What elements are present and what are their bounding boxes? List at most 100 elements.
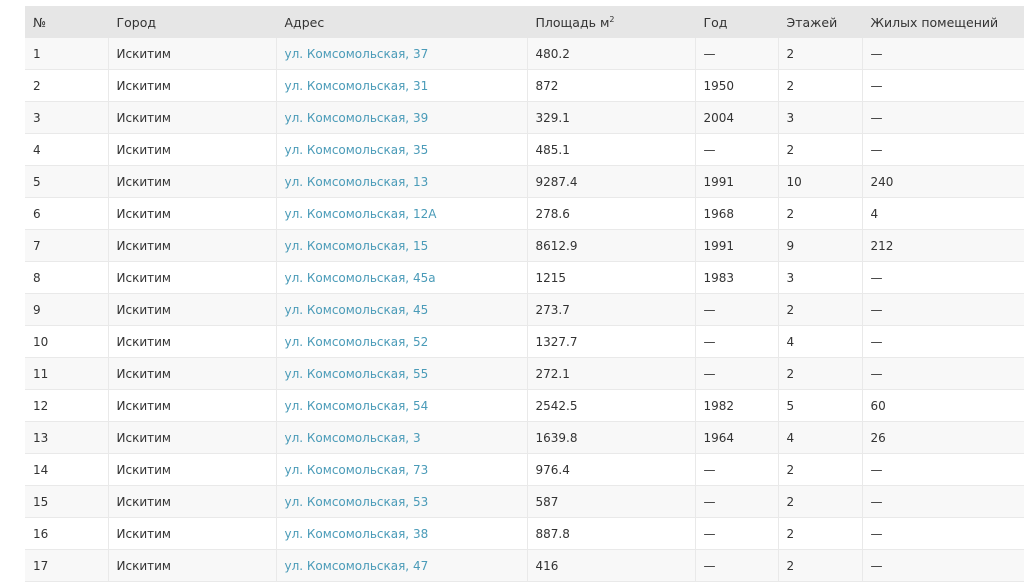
cell-floors: 2 (778, 38, 863, 70)
cell-city: Искитим (108, 357, 277, 390)
cell-city: Искитим (108, 389, 277, 422)
cell-floors: 3 (778, 101, 863, 134)
header-area[interactable]: Площадь м2 (527, 6, 696, 38)
cell-floors: 4 (778, 421, 863, 454)
table-row: 2 Искитим ул. Комсомольская, 31 872 1950 2— (25, 69, 1024, 102)
cell-city: Искитим (108, 197, 277, 230)
cell-city: Искитим (108, 453, 277, 486)
cell-residential: — (862, 549, 1024, 582)
buildings-table: № Город Адрес Площадь м2 Год Этажей Жилы… (25, 6, 1024, 582)
cell-address: ул. Комсомольская, 55 (276, 357, 528, 390)
cell-city: Искитим (108, 421, 277, 454)
cell-area: 1215 (527, 261, 696, 294)
cell-num: 4 (25, 133, 109, 166)
cell-city: Искитим (108, 101, 277, 134)
address-link[interactable]: ул. Комсомольская, 31 (285, 79, 429, 93)
address-link[interactable]: ул. Комсомольская, 12А (285, 207, 437, 221)
cell-num: 6 (25, 197, 109, 230)
address-link[interactable]: ул. Комсомольская, 54 (285, 399, 429, 413)
address-link[interactable]: ул. Комсомольская, 39 (285, 111, 429, 125)
cell-address: ул. Комсомольская, 12А (276, 197, 528, 230)
table-row: 10 Искитим ул. Комсомольская, 52 1327.7—4— (25, 325, 1024, 358)
cell-year: — (695, 549, 779, 582)
cell-address: ул. Комсомольская, 15 (276, 229, 528, 262)
cell-residential: — (862, 133, 1024, 166)
cell-address: ул. Комсомольская, 47 (276, 549, 528, 582)
cell-floors: 9 (778, 229, 863, 262)
address-link[interactable]: ул. Комсомольская, 53 (285, 495, 429, 509)
cell-year: — (695, 485, 779, 518)
table-row: 9 Искитим ул. Комсомольская, 45 273.7—2— (25, 293, 1024, 326)
cell-year: 1991 (695, 165, 779, 198)
cell-year: 1983 (695, 261, 779, 294)
cell-city: Искитим (108, 549, 277, 582)
table-row: 8 Искитим ул. Комсомольская, 45а 1215 1983 3— (25, 261, 1024, 294)
cell-residential: — (862, 38, 1024, 70)
header-area-label: Площадь м (535, 14, 610, 30)
cell-year: — (695, 357, 779, 390)
address-link[interactable]: ул. Комсомольская, 13 (285, 175, 429, 189)
cell-city: Искитим (108, 133, 277, 166)
header-num[interactable]: № (25, 6, 109, 38)
cell-residential: 26 (862, 421, 1024, 454)
cell-area: 587 (527, 485, 696, 518)
table-row: 1 Искитим ул. Комсомольская, 37 480.2—2— (25, 38, 1024, 70)
cell-area: 887.8 (527, 517, 696, 550)
cell-year: — (695, 133, 779, 166)
cell-residential: — (862, 261, 1024, 294)
cell-area: 329.1 (527, 101, 696, 134)
cell-residential: 60 (862, 389, 1024, 422)
address-link[interactable]: ул. Комсомольская, 35 (285, 143, 429, 157)
address-link[interactable]: ул. Комсомольская, 37 (285, 47, 429, 61)
cell-residential: 4 (862, 197, 1024, 230)
address-link[interactable]: ул. Комсомольская, 73 (285, 463, 429, 477)
cell-address: ул. Комсомольская, 73 (276, 453, 528, 486)
cell-residential: — (862, 485, 1024, 518)
cell-floors: 2 (778, 517, 863, 550)
table-row: 17 Искитим ул. Комсомольская, 47 416—2— (25, 549, 1024, 582)
cell-address: ул. Комсомольская, 31 (276, 69, 528, 102)
cell-floors: 2 (778, 133, 863, 166)
cell-residential: — (862, 69, 1024, 102)
address-link[interactable]: ул. Комсомольская, 52 (285, 335, 429, 349)
cell-residential: — (862, 357, 1024, 390)
address-link[interactable]: ул. Комсомольская, 45 (285, 303, 429, 317)
header-area-sup: 2 (609, 14, 615, 24)
table-row: 12 Искитим ул. Комсомольская, 54 2542.5 1982… (25, 389, 1024, 422)
header-address[interactable]: Адрес (276, 6, 528, 38)
cell-year: 2004 (695, 101, 779, 134)
address-link[interactable]: ул. Комсомольская, 45а (285, 271, 436, 285)
header-year[interactable]: Год (695, 6, 779, 38)
address-link[interactable]: ул. Комсомольская, 3 (285, 431, 421, 445)
address-link[interactable]: ул. Комсомольская, 55 (285, 367, 429, 381)
header-floors[interactable]: Этажей (778, 6, 863, 38)
cell-floors: 2 (778, 485, 863, 518)
table-row: 14 Искитим ул. Комсомольская, 73 976.4—2— (25, 453, 1024, 486)
cell-area: 872 (527, 69, 696, 102)
cell-floors: 5 (778, 389, 863, 422)
table-header: № Город Адрес Площадь м2 Год Этажей Жилы… (25, 6, 1024, 38)
cell-area: 416 (527, 549, 696, 582)
cell-area: 480.2 (527, 38, 696, 70)
header-city[interactable]: Город (108, 6, 277, 38)
address-link[interactable]: ул. Комсомольская, 38 (285, 527, 429, 541)
buildings-table-container: № Город Адрес Площадь м2 Год Этажей Жилы… (25, 6, 1024, 582)
cell-num: 11 (25, 357, 109, 390)
address-link[interactable]: ул. Комсомольская, 47 (285, 559, 429, 573)
table-row: 16 Искитим ул. Комсомольская, 38 887.8—2— (25, 517, 1024, 550)
table-row: 6 Искитим ул. Комсомольская, 12А 278.6 1968 2… (25, 197, 1024, 230)
cell-area: 2542.5 (527, 389, 696, 422)
cell-year: — (695, 325, 779, 358)
address-link[interactable]: ул. Комсомольская, 15 (285, 239, 429, 253)
cell-city: Искитим (108, 485, 277, 518)
cell-year: 1950 (695, 69, 779, 102)
cell-address: ул. Комсомольская, 37 (276, 38, 528, 70)
cell-area: 272.1 (527, 357, 696, 390)
cell-city: Искитим (108, 517, 277, 550)
cell-address: ул. Комсомольская, 39 (276, 101, 528, 134)
cell-num: 10 (25, 325, 109, 358)
cell-city: Искитим (108, 38, 277, 70)
header-residential[interactable]: Жилых помещений (862, 6, 1024, 38)
cell-residential: — (862, 517, 1024, 550)
cell-floors: 2 (778, 197, 863, 230)
